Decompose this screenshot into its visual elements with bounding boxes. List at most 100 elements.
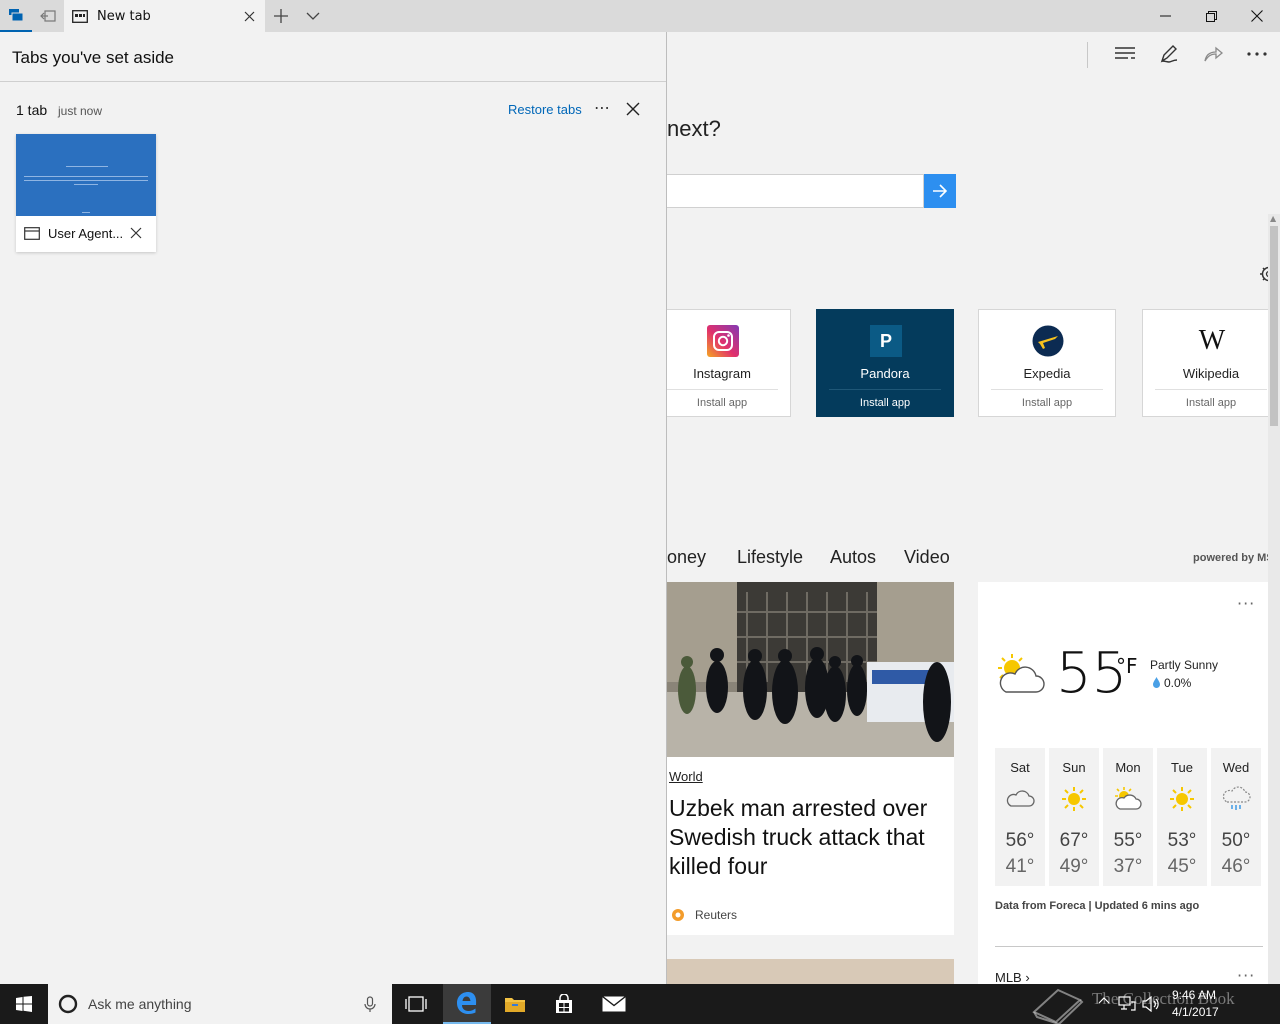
tile-name: Instagram [693,366,751,381]
taskbar-mail[interactable] [590,984,638,1024]
news-tab-video[interactable]: Video [904,547,950,568]
close-icon [626,102,640,116]
chevron-up-icon[interactable] [1098,996,1110,1004]
set-aside-tab-title: User Agent... [48,226,124,241]
hub-button[interactable] [1103,38,1147,70]
web-note-button[interactable] [1147,38,1191,70]
microphone-icon[interactable] [364,996,376,1012]
forecast-day[interactable]: Wed 50° 46° [1211,748,1261,886]
share-button[interactable] [1191,38,1235,70]
mlb-more-button[interactable]: ··· [1237,966,1255,984]
forecast-day[interactable]: Tue 53° 45° [1157,748,1207,886]
tile-divider [991,389,1103,390]
tile-divider [1155,389,1267,390]
weather-more-button[interactable]: ··· [1237,594,1255,613]
panel-title: Tabs you've set aside [12,48,175,67]
tab-new-tab[interactable]: New tab [64,0,265,32]
tab-close-button[interactable] [233,0,265,32]
news-tab-money[interactable]: oney [667,547,706,568]
taskbar-edge[interactable] [443,984,491,1024]
close-window-button[interactable] [1234,0,1280,32]
tile-instagram[interactable]: Instagram Install app [667,309,791,417]
set-aside-tab-card[interactable]: User Agent... [16,134,156,252]
start-button[interactable] [0,984,48,1024]
taskbar-file-explorer[interactable] [491,984,539,1024]
news-card-next[interactable] [667,959,954,984]
search-input[interactable] [667,174,924,208]
chevron-down-icon [306,12,320,20]
new-tab-page: next? Instagram Install app P Pandora In… [667,32,1280,984]
weather-card[interactable]: ··· 55 °F Partly Sunny 0.0% Sat 56° 41° … [978,582,1268,984]
group-tab-count: 1 tab [16,102,48,118]
edge-icon [457,992,477,1014]
news-card[interactable]: World Uzbek man arrested over Swedish tr… [667,582,954,935]
forecast-day[interactable]: Sun 67° 49° [1049,748,1099,886]
group-timestamp: just now [58,104,103,118]
close-icon [130,227,142,239]
news-tab-autos[interactable]: Autos [830,547,876,568]
scroll-thumb[interactable] [1270,226,1278,426]
temperature-unit[interactable]: °F [1116,654,1138,678]
tile-pandora[interactable]: P Pandora Install app [816,309,954,417]
more-button[interactable] [1235,38,1279,70]
tile-expedia[interactable]: Expedia Install app [978,309,1116,417]
install-app-link[interactable]: Install app [817,397,953,409]
task-view-button[interactable] [392,984,440,1024]
taskbar-store[interactable] [540,984,588,1024]
weather-credit: Data from Foreca | Updated 6 mins ago [995,900,1200,912]
set-tabs-aside-icon [40,10,56,22]
weather-condition: Partly Sunny [1150,658,1219,672]
restore-icon [1205,10,1217,22]
precipitation: 0.0% [1164,676,1192,690]
minimize-button[interactable] [1142,0,1188,32]
tile-divider [829,389,941,390]
wikipedia-logo-icon: W [1198,325,1226,356]
forecast-day[interactable]: Mon 55° 37° [1103,748,1153,886]
tile-divider [667,389,778,390]
page-scrollbar[interactable]: ▲ [1268,214,1280,984]
volume-icon[interactable] [1142,996,1160,1012]
install-app-link[interactable]: Install app [1143,397,1279,409]
page-icon [24,227,40,240]
pen-icon [1160,45,1178,63]
tile-wikipedia[interactable]: W Wikipedia Install app [1142,309,1280,417]
forecast-high: 56° [1005,830,1035,851]
new-tab-icon [274,9,288,23]
remove-tab-button[interactable] [130,227,142,239]
powered-by-label: powered by MS [1193,552,1274,564]
forecast-low: 45° [1167,856,1197,877]
group-more-button[interactable]: ⋯ [594,98,611,117]
scroll-up-arrow[interactable]: ▲ [1270,214,1276,223]
new-tab-button[interactable] [265,0,297,32]
forecast-high: 67° [1059,830,1089,851]
news-tab-lifestyle[interactable]: Lifestyle [737,547,803,568]
forecast-day[interactable]: Sat 56° 41° [995,748,1045,886]
group-remove-button[interactable] [626,102,640,116]
cortana-search-box[interactable]: Ask me anything [48,984,392,1024]
taskbar: Ask me anything The Collection Book 9:46… [0,984,1280,1024]
clock-date[interactable]: 4/1/2017 [1172,1005,1219,1019]
close-icon [244,11,254,21]
network-icon[interactable] [1118,996,1136,1012]
news-category-link[interactable]: World [669,769,703,784]
restore-button[interactable] [1188,0,1234,32]
restore-tabs-link[interactable]: Restore tabs [508,102,582,117]
install-app-link[interactable]: Install app [667,397,790,409]
set-tabs-aside-button[interactable] [32,0,64,32]
task-view-icon [405,996,427,1012]
tile-name: Pandora [860,366,910,381]
sunny-icon [1062,787,1086,811]
tabs-aside-button[interactable] [0,0,32,32]
news-headline[interactable]: Uzbek man arrested over Swedish truck at… [669,794,949,881]
forecast-day-label: Sun [1062,760,1086,775]
tab-preview-button[interactable] [297,0,329,32]
search-go-button[interactable] [924,174,956,208]
mlb-section-link[interactable]: MLB › [995,970,1030,984]
cloudy-icon [1006,790,1035,807]
forecast-day-label: Wed [1222,760,1250,775]
clock-time[interactable]: 9:46 AM [1172,988,1216,1002]
forecast-day-label: Tue [1171,760,1193,775]
forecast-high: 53° [1167,830,1197,851]
install-app-link[interactable]: Install app [979,397,1115,409]
news-photo [667,582,954,757]
